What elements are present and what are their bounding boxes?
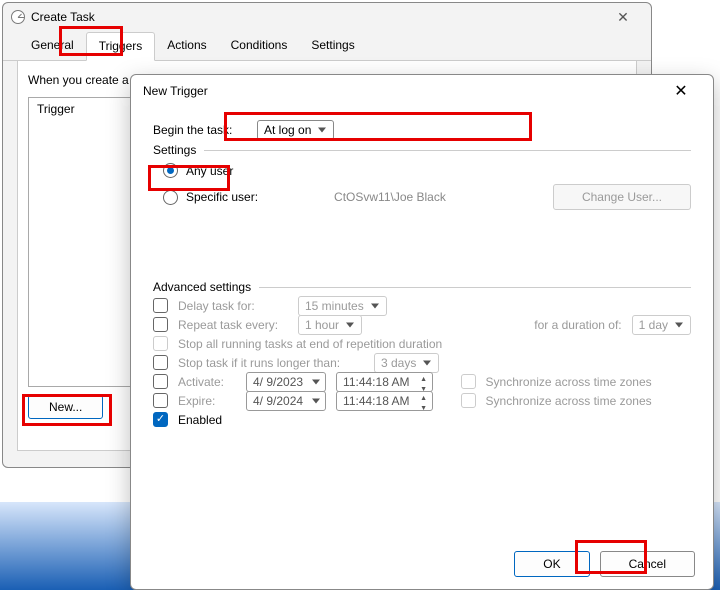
tab-actions[interactable]: Actions [155, 32, 218, 61]
task-scheduler-icon [11, 10, 25, 24]
stop-if-select[interactable]: 3 days [374, 353, 439, 373]
radio-dot-icon [163, 163, 178, 178]
enabled-checkbox[interactable] [153, 412, 168, 427]
repeat-checkbox[interactable] [153, 317, 168, 332]
create-task-title: Create Task [31, 10, 95, 24]
repeat-duration-select[interactable]: 1 day [632, 315, 691, 335]
ok-button[interactable]: OK [514, 551, 589, 577]
divider [204, 150, 691, 151]
begin-task-select[interactable]: At log on [257, 120, 334, 140]
change-user-button[interactable]: Change User... [553, 184, 691, 210]
new-trigger-titlebar: New Trigger ✕ [131, 75, 713, 107]
expire-date-input[interactable]: 4/ 9/2024 [246, 391, 326, 411]
cancel-button[interactable]: Cancel [600, 551, 695, 577]
settings-group-label: Settings [153, 143, 196, 157]
radio-dot-icon [163, 190, 178, 205]
sync-activate-checkbox[interactable] [461, 374, 476, 389]
repeat-label: Repeat task every: [178, 318, 288, 332]
tab-triggers[interactable]: Triggers [86, 32, 156, 61]
any-user-label: Any user [186, 164, 233, 178]
create-task-tabs: General Triggers Actions Conditions Sett… [3, 31, 651, 61]
activate-label: Activate: [178, 375, 236, 389]
create-task-titlebar: Create Task ✕ [3, 3, 651, 31]
delay-checkbox[interactable] [153, 298, 168, 313]
delay-label: Delay task for: [178, 299, 288, 313]
new-trigger-title: New Trigger [143, 84, 208, 98]
activate-date-input[interactable]: 4/ 9/2023 [246, 372, 326, 392]
tab-settings[interactable]: Settings [299, 32, 366, 61]
divider [259, 287, 691, 288]
spinner-icon[interactable]: ▲▼ [416, 395, 432, 416]
close-icon[interactable]: ✕ [661, 81, 701, 101]
stop-all-checkbox[interactable] [153, 336, 168, 351]
begin-task-label: Begin the task: [153, 123, 247, 137]
enabled-label: Enabled [178, 413, 222, 427]
expire-checkbox[interactable] [153, 393, 168, 408]
specific-user-label: Specific user: [186, 190, 258, 204]
advanced-group-label: Advanced settings [153, 280, 251, 294]
specific-user-radio[interactable]: Specific user: CtOSvw11\Joe Black Change… [163, 184, 691, 210]
tab-conditions[interactable]: Conditions [219, 32, 300, 61]
sync-label: Synchronize across time zones [486, 394, 652, 408]
sync-label: Synchronize across time zones [486, 375, 652, 389]
stop-all-label: Stop all running tasks at end of repetit… [178, 337, 442, 351]
sync-expire-checkbox[interactable] [461, 393, 476, 408]
expire-label: Expire: [178, 394, 236, 408]
delay-value-select[interactable]: 15 minutes [298, 296, 387, 316]
close-icon[interactable]: ✕ [603, 9, 643, 26]
new-trigger-dialog: New Trigger ✕ Begin the task: At log on … [130, 74, 714, 590]
any-user-radio[interactable]: Any user [163, 163, 691, 178]
stop-if-label: Stop task if it runs longer than: [178, 356, 364, 370]
stop-if-checkbox[interactable] [153, 355, 168, 370]
repeat-duration-label: for a duration of: [534, 318, 621, 332]
specific-user-value: CtOSvw11\Joe Black [334, 190, 446, 204]
tab-general[interactable]: General [19, 32, 86, 61]
activate-checkbox[interactable] [153, 374, 168, 389]
repeat-value-select[interactable]: 1 hour [298, 315, 362, 335]
new-trigger-button[interactable]: New... [28, 395, 103, 419]
